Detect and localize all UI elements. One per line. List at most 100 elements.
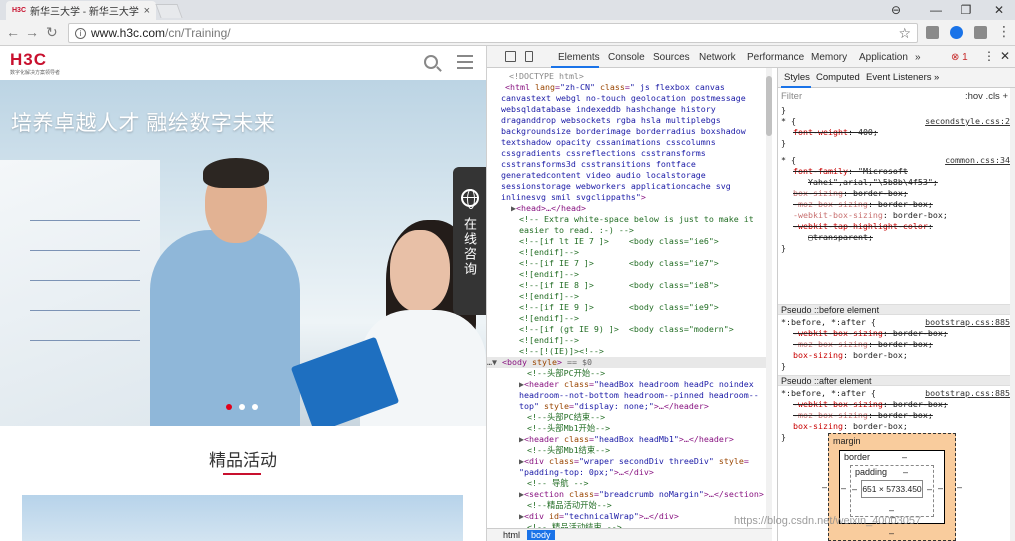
back-icon[interactable]: ←: [6, 24, 20, 40]
css-line[interactable]: -webkit-box-sizing: border-box;: [793, 328, 948, 339]
forward-icon[interactable]: →: [25, 24, 39, 40]
dom-line[interactable]: websqldatabase indexeddb hashchange hist…: [501, 104, 716, 115]
elements-scrollbar-track[interactable]: [766, 68, 772, 528]
restore-button[interactable]: ❐: [955, 0, 977, 20]
dom-line[interactable]: ▶<div class="wraper secondDiv threeDiv" …: [519, 456, 749, 467]
css-line[interactable]: font-family: "Microsoft: [793, 166, 908, 177]
tab-performance[interactable]: Performance: [747, 52, 804, 63]
tab-elements[interactable]: Elements: [558, 52, 600, 63]
css-line[interactable]: -moz-box-sizing: border-box;: [793, 339, 933, 350]
hero-banner[interactable]: 培养卓越人才 融绘数字未来: [0, 80, 486, 426]
box-model-padding[interactable]: padding – – – – 651 × 5733.450: [850, 465, 934, 517]
box-model-border[interactable]: border – – – – padding – – – – 651 × 573…: [839, 450, 945, 524]
dom-line[interactable]: cssgradients cssreflections csstransform…: [501, 148, 706, 159]
browser-menu-icon[interactable]: ⋮: [997, 23, 1011, 40]
minimize-button[interactable]: —: [925, 0, 947, 20]
crumb-html[interactable]: html: [499, 530, 524, 540]
bookmark-star-icon[interactable]: ☆: [898, 25, 911, 42]
hamburger-menu-icon[interactable]: [457, 55, 473, 69]
css-line[interactable]: -webkit-box-sizing: border-box;: [793, 399, 948, 410]
dom-line[interactable]: backgroundsize borderimage borderradius …: [501, 126, 746, 137]
elements-tree[interactable]: <!DOCTYPE html> <html lang="zh-CN" class…: [487, 68, 772, 528]
address-bar[interactable]: i www.h3c.com /cn/Training/ ☆: [68, 23, 918, 43]
dom-line[interactable]: <!--头部PC结束-->: [527, 412, 605, 423]
reload-icon[interactable]: ↻: [46, 24, 58, 41]
css-line[interactable]: -webkit-tap-highlight-color:: [793, 221, 933, 232]
dom-line[interactable]: <!--[if (gt IE 9) ]> <body class="modern…: [519, 324, 734, 335]
dom-line[interactable]: canvastext webgl no-touch geolocation po…: [501, 93, 746, 104]
dom-line[interactable]: draganddrop websockets rgba hsla multipl…: [501, 115, 721, 126]
box-model-content[interactable]: 651 × 5733.450: [861, 480, 923, 498]
dom-line-selected[interactable]: …▼ <body style> == $0: [487, 357, 766, 368]
devtools-menu-icon[interactable]: ⋮: [983, 49, 995, 63]
dom-line[interactable]: ▶<head>…</head>: [511, 203, 586, 214]
tab-console[interactable]: Console: [608, 52, 645, 63]
dom-line[interactable]: <!--[!(IE)]><!-->: [519, 346, 604, 357]
dom-line[interactable]: inlinesvg smil svgclippaths">: [501, 192, 646, 203]
carousel-dot-2[interactable]: [239, 404, 245, 410]
dom-line[interactable]: <![endif]-->: [519, 247, 579, 258]
dom-line[interactable]: csstransforms3d csstransitions fontface: [501, 159, 696, 170]
device-toolbar-icon[interactable]: [525, 51, 533, 62]
css-line[interactable]: box-sizing: border-box;: [793, 188, 908, 199]
dom-line[interactable]: <!-- Extra white-space below is just to …: [519, 214, 754, 225]
extension-icon-3[interactable]: [974, 26, 987, 39]
tab-application[interactable]: Application: [859, 52, 908, 63]
devtools-close-icon[interactable]: ✕: [1000, 49, 1010, 63]
dom-line[interactable]: <!--头部PC开始-->: [527, 368, 605, 379]
css-source-link[interactable]: secondstyle.css:2: [925, 116, 1010, 127]
dom-line[interactable]: <!--头部Mb1结束-->: [527, 445, 610, 456]
dom-line[interactable]: generatedcontent video audio localstorag…: [501, 170, 706, 181]
dom-line[interactable]: <![endif]-->: [519, 269, 579, 280]
dom-line[interactable]: <!--[if IE 7 ]> <body class="ie7">: [519, 258, 719, 269]
styles-filter-controls[interactable]: :hov .cls +: [965, 91, 1008, 103]
dom-line[interactable]: <!DOCTYPE html>: [509, 71, 584, 82]
elements-scrollbar-thumb[interactable]: [766, 76, 772, 136]
dom-line[interactable]: easier to read. :-) -->: [519, 225, 634, 236]
tab-styles[interactable]: Styles: [784, 72, 810, 84]
css-source-link[interactable]: bootstrap.css:885: [925, 317, 1010, 328]
dom-line[interactable]: <!--头部Mb1开始-->: [527, 423, 610, 434]
css-source-link[interactable]: bootstrap.css:885: [925, 388, 1010, 399]
tab-network[interactable]: Network: [699, 52, 736, 63]
more-styles-tabs-icon[interactable]: »: [934, 72, 939, 84]
dom-line[interactable]: ▶<header class="headBox headMb1">…</head…: [519, 434, 734, 445]
error-count-badge[interactable]: ⊗ 1: [951, 52, 968, 63]
styles-scrollbar[interactable]: [1010, 88, 1015, 541]
dom-line[interactable]: <!-- 导航 -->: [527, 478, 589, 489]
carousel-dot-3[interactable]: [252, 404, 258, 410]
info-icon[interactable]: i: [75, 27, 86, 39]
dom-line[interactable]: ▶<section class="breadcrumb noMargin">…<…: [519, 489, 764, 500]
close-window-button[interactable]: ✕: [988, 0, 1010, 20]
css-line[interactable]: -moz-box-sizing: border-box;: [793, 410, 933, 421]
css-line[interactable]: ▢transparent;: [808, 232, 873, 243]
dom-line[interactable]: top" style="display: none;">…</header>: [519, 401, 709, 412]
profile-icon[interactable]: ⊖: [885, 0, 907, 20]
extension-icon-1[interactable]: [926, 26, 939, 39]
css-line[interactable]: -moz-box-sizing: border-box;: [793, 199, 933, 210]
dom-line[interactable]: <html lang="zh-CN" class=" js flexbox ca…: [505, 82, 725, 93]
dom-line[interactable]: ▶<div id="technicalWrap">…</div>: [519, 511, 679, 522]
dom-line[interactable]: <!--[if lt IE 7 ]> <body class="ie6">: [519, 236, 719, 247]
tab-computed[interactable]: Computed: [816, 72, 860, 84]
inspect-element-icon[interactable]: [505, 51, 516, 62]
extension-icon-2[interactable]: [950, 26, 963, 39]
browser-tab[interactable]: H3C 新华三大学 - 新华三大学 ×: [6, 1, 156, 20]
css-line[interactable]: -webkit-box-sizing: border-box;: [793, 210, 948, 221]
dom-line[interactable]: sessionstorage webworkers applicationcac…: [501, 181, 731, 192]
dom-line[interactable]: <![endif]-->: [519, 291, 579, 302]
carousel-dot-1[interactable]: [226, 404, 232, 410]
css-source-link[interactable]: common.css:34: [945, 155, 1010, 166]
new-tab-button[interactable]: [155, 4, 183, 18]
dom-line[interactable]: textshadow opacity cssanimations csscolu…: [501, 137, 716, 148]
crumb-body[interactable]: body: [527, 530, 555, 540]
tab-event-listeners[interactable]: Event Listeners: [866, 72, 931, 84]
css-line[interactable]: Yahei",arial,"\5b8b\4f53";: [808, 177, 938, 188]
dom-line[interactable]: <![endif]-->: [519, 335, 579, 346]
styles-filter-input[interactable]: Filter: [781, 91, 802, 103]
css-line[interactable]: font-weight: 400;: [793, 127, 878, 138]
dom-line[interactable]: <![endif]-->: [519, 313, 579, 324]
more-tabs-icon[interactable]: »: [915, 52, 921, 63]
dom-line[interactable]: "padding-top: 0px;">…</div>: [519, 467, 654, 478]
tab-close-icon[interactable]: ×: [144, 5, 150, 17]
